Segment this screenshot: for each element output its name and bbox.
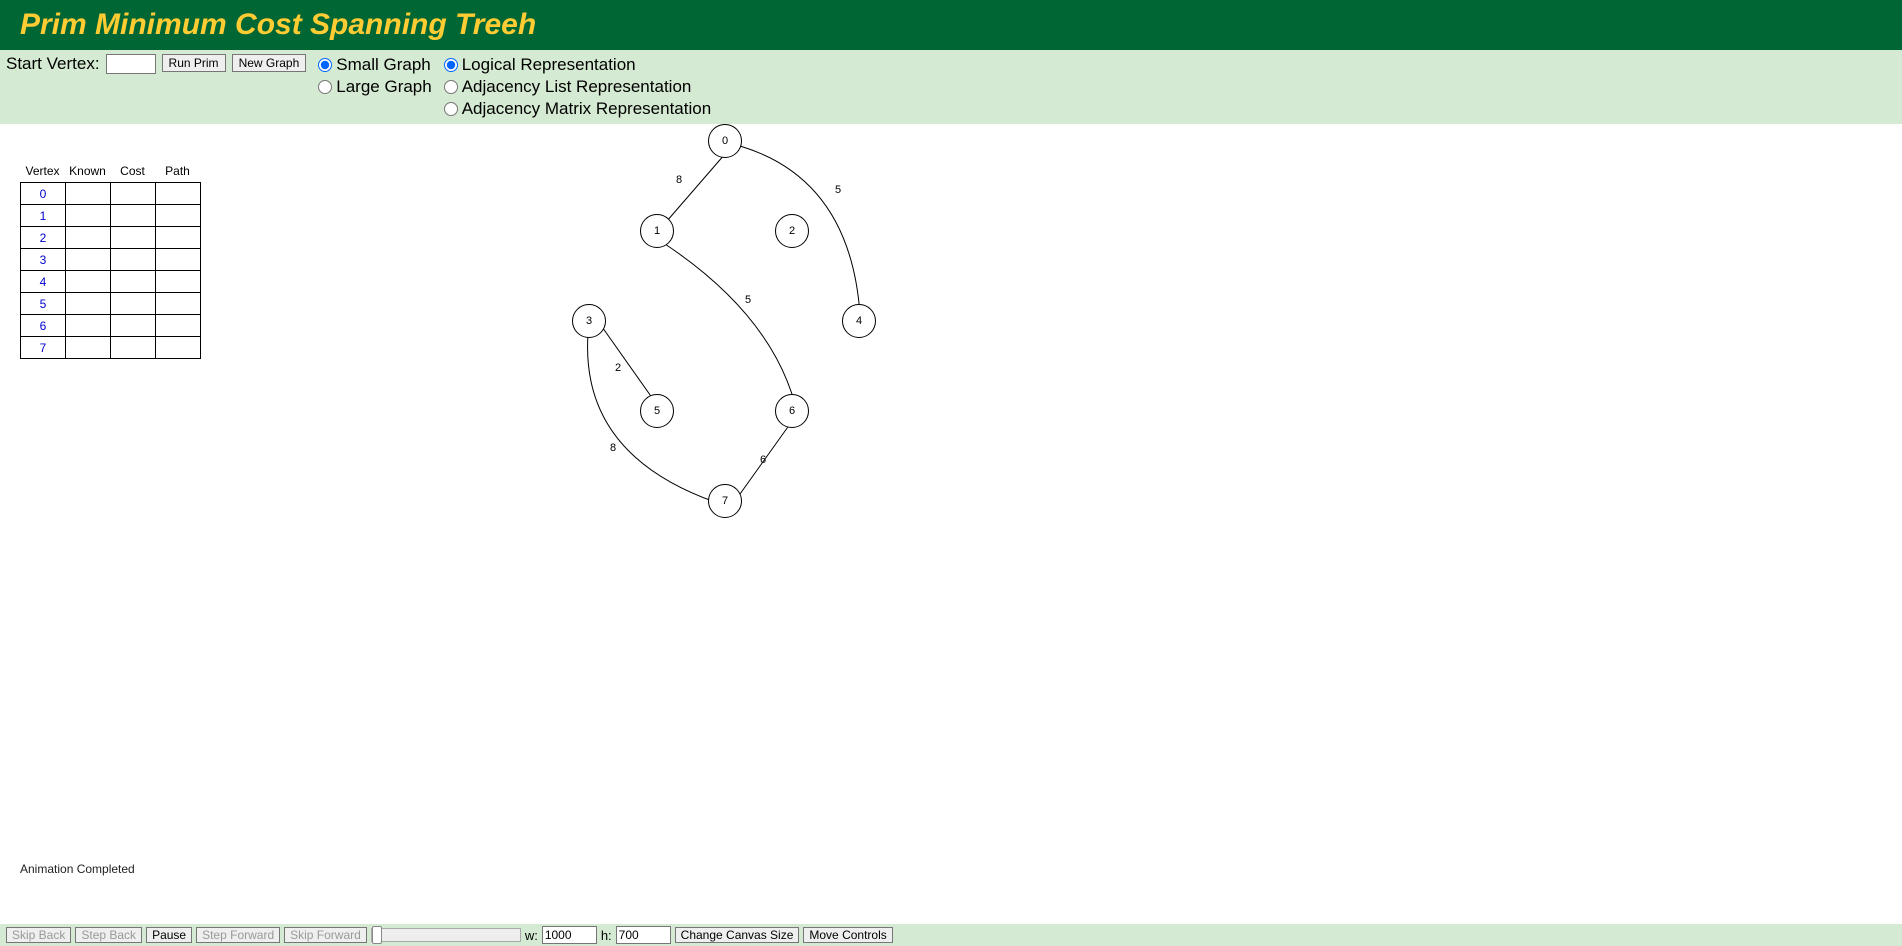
pause-button[interactable]: Pause [146,927,192,943]
col-path: Path [155,164,200,178]
table-row: 5 [21,293,201,315]
edge-label-0-4: 5 [835,184,841,196]
cost-table-body: 0 1 2 3 4 5 6 7 [20,182,201,359]
skip-back-button[interactable]: Skip Back [6,927,71,943]
step-forward-button[interactable]: Step Forward [196,927,280,943]
start-vertex-input[interactable] [106,54,156,74]
status-text: Animation Completed [20,862,135,876]
large-graph-radio[interactable] [318,80,332,94]
logical-rep-option[interactable]: Logical Representation [444,54,711,76]
col-cost: Cost [110,164,155,178]
col-known: Known [65,164,110,178]
table-row: 2 [21,227,201,249]
edge-label-3-7: 8 [610,442,616,454]
edge-label-1-6: 5 [745,294,751,306]
node-3: 3 [572,304,606,338]
adjmat-rep-option[interactable]: Adjacency Matrix Representation [444,98,711,120]
node-1: 1 [640,214,674,248]
table-row: 7 [21,337,201,359]
height-input[interactable] [616,926,671,944]
run-prim-button[interactable]: Run Prim [162,54,226,72]
new-graph-button[interactable]: New Graph [232,54,307,72]
skip-forward-button[interactable]: Skip Forward [284,927,367,943]
controls-bar: Start Vertex: Run Prim New Graph Small G… [0,50,1902,124]
col-vertex: Vertex [20,164,65,178]
move-controls-button[interactable]: Move Controls [803,927,892,943]
slider-thumb[interactable] [372,926,382,944]
table-row: 1 [21,205,201,227]
adjlist-rep-option[interactable]: Adjacency List Representation [444,76,711,98]
node-6: 6 [775,394,809,428]
bottom-bar: Skip Back Step Back Pause Step Forward S… [0,924,1902,946]
speed-slider[interactable] [371,928,521,942]
table-header-row: Vertex Known Cost Path [20,164,201,178]
graph-size-group: Small Graph Large Graph [318,54,431,98]
small-graph-radio[interactable] [318,58,332,72]
small-graph-option[interactable]: Small Graph [318,54,431,76]
table-row: 4 [21,271,201,293]
adjlist-rep-radio[interactable] [444,80,458,94]
change-canvas-size-button[interactable]: Change Canvas Size [675,927,800,943]
adjmat-rep-radio[interactable] [444,102,458,116]
graph-view: 0 1 2 3 4 5 6 7 8 5 5 2 8 6 [560,124,960,604]
step-back-button[interactable]: Step Back [75,927,142,943]
table-row: 6 [21,315,201,337]
representation-group: Logical Representation Adjacency List Re… [444,54,711,120]
width-label: w: [525,928,538,943]
edge-0-1 [660,154,725,229]
start-vertex-label: Start Vertex: [6,54,100,74]
edge-label-6-7: 6 [760,454,766,466]
header: Prim Minimum Cost Spanning Treeh [0,0,1902,50]
cost-table: Vertex Known Cost Path 0 1 2 3 4 5 6 7 [20,164,201,359]
node-2: 2 [775,214,809,248]
table-row: 3 [21,249,201,271]
canvas-area: Vertex Known Cost Path 0 1 2 3 4 5 6 7 0… [0,124,1902,884]
large-graph-option[interactable]: Large Graph [318,76,431,98]
node-0: 0 [708,124,742,158]
logical-rep-radio[interactable] [444,58,458,72]
page-title: Prim Minimum Cost Spanning Treeh [20,8,1882,42]
node-7: 7 [708,484,742,518]
edge-label-0-1: 8 [676,174,682,186]
width-input[interactable] [542,926,597,944]
edge-1-6 [665,244,795,404]
table-row: 0 [21,183,201,205]
edge-label-3-5: 2 [615,362,621,374]
node-5: 5 [640,394,674,428]
node-4: 4 [842,304,876,338]
height-label: h: [601,928,612,943]
